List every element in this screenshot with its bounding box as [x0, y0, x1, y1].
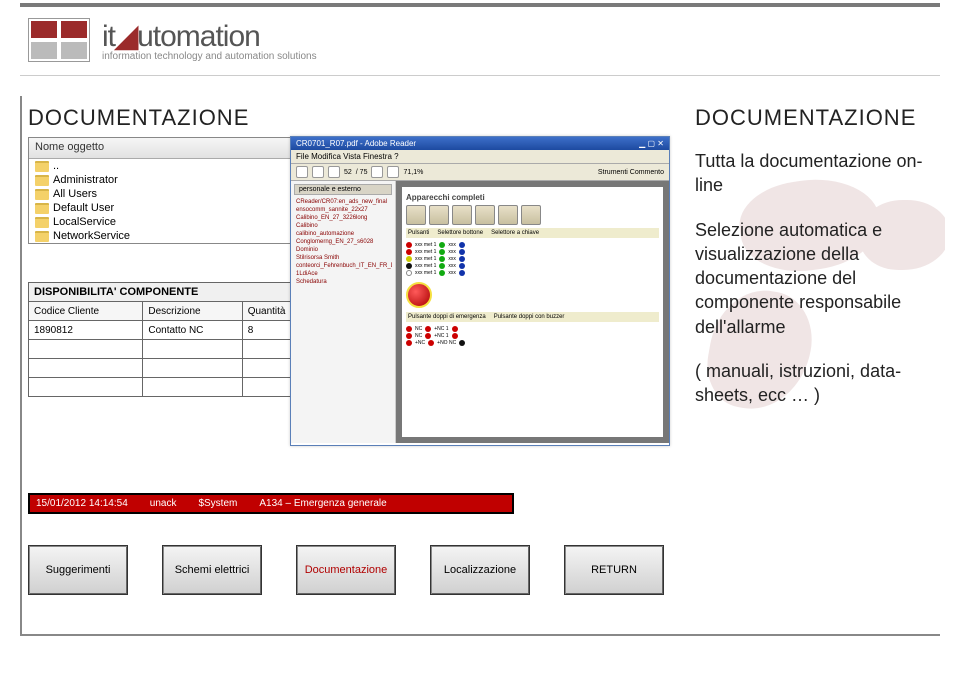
btn-suggerimenti[interactable]: Suggerimenti — [28, 545, 128, 595]
bookmark-item[interactable]: Stilrisorsa Smith — [294, 254, 392, 262]
zoom-out-icon[interactable] — [371, 166, 383, 178]
bookmark-item[interactable]: Schedatura — [294, 278, 392, 286]
brand-logo: it◢utomation information technology and … — [28, 18, 317, 62]
nav-buttons: Suggerimenti Schemi elettrici Documentaz… — [28, 545, 664, 595]
alarm-source: $System — [198, 498, 237, 509]
pdf-page-area[interactable]: Apparecchi completi Pulsanti Selettore b… — [396, 181, 669, 443]
datasheet-rows: xxx met 1xxx xxx met 1xxx xxx met 1xxx x… — [406, 242, 659, 276]
alarm-timestamp: 15/01/2012 14:14:54 — [36, 498, 128, 509]
logo-mark — [28, 18, 90, 62]
fb-col-header: Nome oggetto — [35, 141, 104, 155]
pdf-window-title: CR0701_R07.pdf - Adobe Reader — [296, 139, 416, 148]
page-number: 52 — [344, 169, 352, 176]
bookmark-item[interactable]: Calibino_EN_27_3226long — [294, 214, 392, 222]
bookmark-item[interactable]: Dominio — [294, 246, 392, 254]
col-descrizione: Descrizione — [143, 302, 242, 321]
btn-schemi[interactable]: Schemi elettrici — [162, 545, 262, 595]
bookmark-item[interactable]: CReader/CR07:en_ads_new_final — [294, 198, 392, 206]
folder-icon — [35, 203, 49, 214]
brand-tagline: information technology and automation so… — [102, 51, 317, 62]
mail-icon[interactable] — [328, 166, 340, 178]
alarm-state: unack — [150, 498, 177, 509]
bookmark-item[interactable]: ensocomm_sannite_22x27 — [294, 206, 392, 214]
pdf-viewer-window[interactable]: CR0701_R07.pdf - Adobe Reader ▁ ▢ ✕ File … — [290, 136, 670, 446]
folder-icon — [35, 175, 49, 186]
product-images — [406, 205, 659, 225]
alarm-message: A134 – Emergenza generale — [259, 498, 386, 509]
zoom-value: 71,1% — [403, 169, 423, 176]
datasheet-rows-2: NC+NC 1 NC+NC 1 +NC+NO NC — [406, 326, 659, 346]
col-codice: Codice Cliente — [29, 302, 143, 321]
bookmark-item[interactable]: calibino_automazione — [294, 230, 392, 238]
section-headers: Pulsanti Selettore bottone Selettore a c… — [406, 228, 659, 238]
brand-it: it — [102, 20, 115, 53]
bookmark-item[interactable]: Conglomerng_EN_27_s6028 — [294, 238, 392, 246]
folder-icon — [35, 217, 49, 228]
alarm-banner: 15/01/2012 14:14:54 unack $System A134 –… — [28, 493, 514, 514]
brand-rest: utomation — [137, 20, 260, 53]
pdf-menu-bar[interactable]: File Modifica Vista Finestra ? — [291, 150, 669, 164]
section-headers-2: Pulsante doppi di emergenza Pulsante dop… — [406, 312, 659, 322]
pdf-bookmarks-pane[interactable]: personale e esterno CReader/CR07:en_ads_… — [291, 181, 396, 443]
folder-icon — [35, 161, 49, 172]
emergency-stop-icon — [406, 282, 432, 308]
heading-left: DOCUMENTAZIONE — [28, 105, 514, 131]
pdf-toolbar[interactable]: 52 / 75 71,1% Strumenti Commento — [291, 164, 669, 181]
pdf-tools-link[interactable]: Strumenti Commento — [598, 169, 664, 176]
btn-return[interactable]: RETURN — [564, 545, 664, 595]
btn-documentazione[interactable]: Documentazione — [296, 545, 396, 595]
pdf-page-heading: Apparecchi completi — [406, 193, 659, 202]
zoom-in-icon[interactable] — [387, 166, 399, 178]
open-icon[interactable] — [296, 166, 308, 178]
bookmark-item[interactable]: Calibino — [294, 222, 392, 230]
para-3: ( manuali, istruzioni, data-sheets, ecc … — [695, 359, 939, 408]
bookmark-item[interactable]: 1LdiAce — [294, 270, 392, 278]
para-2: Selezione automatica e visualizzazione d… — [695, 218, 939, 339]
folder-icon — [35, 189, 49, 200]
bookmark-item[interactable]: conteorci_Fehrenbuch_IT_EN_FR_DE_ES — [294, 262, 392, 270]
para-1: Tutta la documentazione on-line — [695, 149, 939, 198]
logo-slash-icon: ◢ — [115, 20, 137, 53]
bookmark-group[interactable]: personale e esterno — [294, 184, 392, 195]
folder-icon — [35, 231, 49, 242]
print-icon[interactable] — [312, 166, 324, 178]
window-controls-icon[interactable]: ▁ ▢ ✕ — [639, 139, 664, 148]
heading-right: DOCUMENTAZIONE — [695, 105, 939, 131]
btn-localizzazione[interactable]: Localizzazione — [430, 545, 530, 595]
